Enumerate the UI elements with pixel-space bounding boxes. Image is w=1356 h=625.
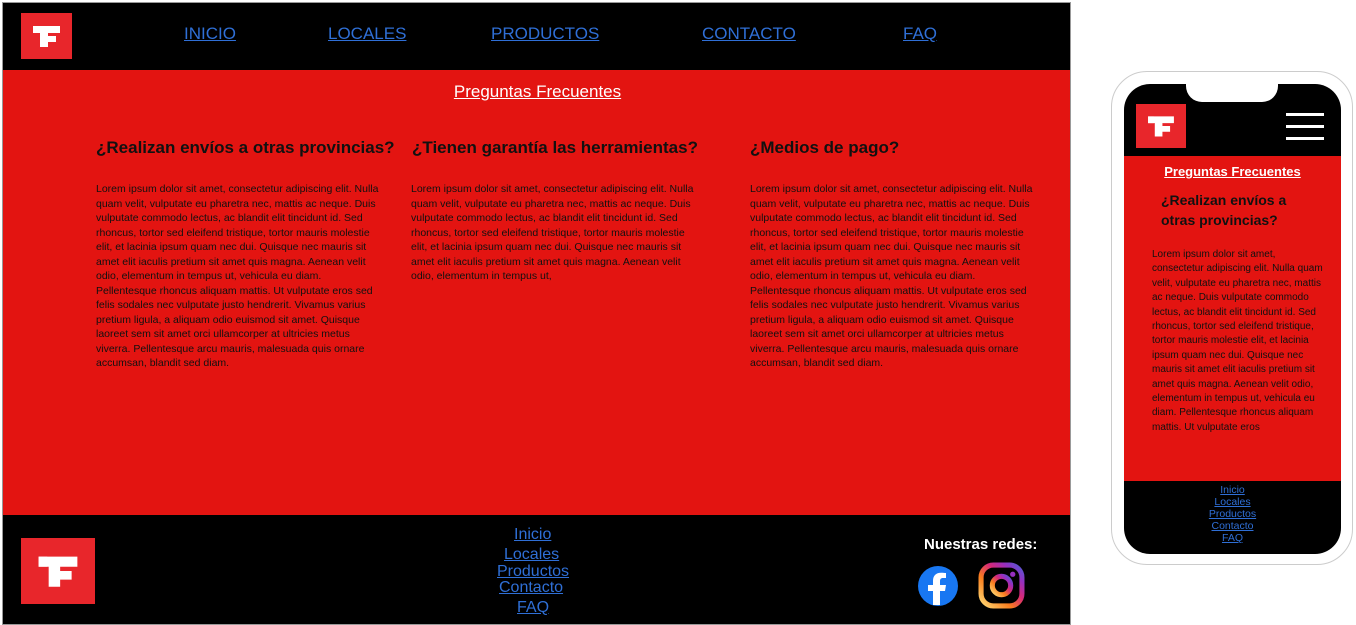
footer-link-locales[interactable]: Locales xyxy=(504,546,559,564)
logo-f-icon xyxy=(38,556,78,587)
mobile-brand-logo[interactable] xyxy=(1136,104,1186,148)
footer-link-faq[interactable]: FAQ xyxy=(517,599,549,617)
mobile-faq-answer: Lorem ipsum dolor sit amet, consectetur … xyxy=(1152,249,1323,433)
logo-f-icon xyxy=(1148,116,1174,137)
logo-f-icon xyxy=(33,26,60,47)
faq-answer-2: Lorem ipsum dolor sit amet, consectetur … xyxy=(411,183,694,282)
mobile-screen: Preguntas Frecuentes ¿Realizan envíos a … xyxy=(1124,84,1341,554)
phone-notch xyxy=(1186,84,1278,102)
mobile-link-contacto[interactable]: Contacto xyxy=(1124,520,1341,532)
footer-logo[interactable] xyxy=(21,538,95,604)
nav-locales[interactable]: LOCALES xyxy=(328,24,406,44)
nav-faq[interactable]: FAQ xyxy=(903,24,937,44)
faq-question-3: ¿Medios de pago? xyxy=(750,138,900,157)
mobile-link-inicio[interactable]: Inicio xyxy=(1124,484,1341,496)
faq-answer-3: Lorem ipsum dolor sit amet, consectetur … xyxy=(750,183,1033,369)
desktop-page: INICIO LOCALES PRODUCTOS CONTACTO FAQ Pr… xyxy=(2,2,1071,625)
page-title[interactable]: Preguntas Frecuentes xyxy=(3,82,1070,102)
mobile-faq-section: Preguntas Frecuentes ¿Realizan envíos a … xyxy=(1124,156,1341,481)
brand-logo[interactable] xyxy=(21,13,72,59)
facebook-icon[interactable] xyxy=(917,565,959,607)
footer-link-contacto[interactable]: Contacto xyxy=(499,579,563,597)
instagram-icon[interactable] xyxy=(978,562,1025,609)
footer-link-inicio[interactable]: Inicio xyxy=(514,526,551,544)
mobile-link-faq[interactable]: FAQ xyxy=(1124,532,1341,544)
mobile-link-locales[interactable]: Locales xyxy=(1124,496,1341,508)
nav-productos[interactable]: PRODUCTOS xyxy=(491,24,599,44)
site-footer: Inicio Locales Productos Contacto FAQ Nu… xyxy=(3,515,1070,624)
nav-contacto[interactable]: CONTACTO xyxy=(702,24,796,44)
social-label: Nuestras redes: xyxy=(924,536,1038,553)
faq-answer-1: Lorem ipsum dolor sit amet, consectetur … xyxy=(96,183,379,369)
faq-section: Preguntas Frecuentes ¿Realizan envíos a … xyxy=(3,70,1070,515)
mobile-faq-question: ¿Realizan envíos a otras provincias? xyxy=(1161,192,1287,228)
mobile-link-productos[interactable]: Productos xyxy=(1124,508,1341,520)
faq-question-1: ¿Realizan envíos a otras provincias? xyxy=(96,138,395,157)
mobile-page-title[interactable]: Preguntas Frecuentes xyxy=(1124,164,1341,179)
site-header: INICIO LOCALES PRODUCTOS CONTACTO FAQ xyxy=(3,3,1070,70)
nav-inicio[interactable]: INICIO xyxy=(184,24,236,44)
faq-question-2: ¿Tienen garantía las herramientas? xyxy=(412,138,698,157)
